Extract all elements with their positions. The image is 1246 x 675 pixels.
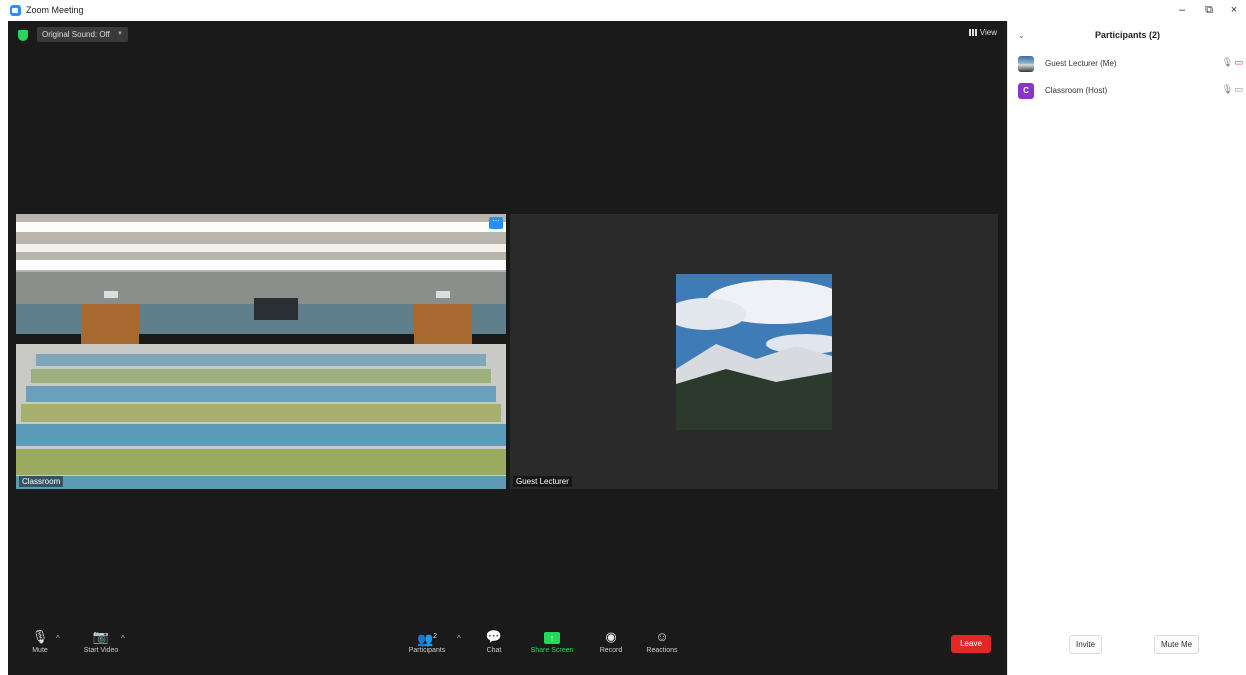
tile-name-classroom: Classroom: [19, 476, 64, 487]
original-sound-label: Original Sound: Off: [42, 30, 110, 39]
participant-name: Guest Lecturer (Me): [1045, 59, 1117, 68]
participant-row[interactable]: C Classroom (Host) 🎙 ▭: [1018, 82, 1243, 100]
record-label: Record: [599, 647, 623, 654]
mic-icon: 🎙: [1221, 57, 1233, 67]
invite-button[interactable]: Invite: [1069, 635, 1103, 654]
window-title: Zoom Meeting: [26, 5, 84, 15]
leave-button[interactable]: Leave: [951, 635, 991, 653]
share-screen-button[interactable]: ↑ Share Screen: [528, 630, 576, 654]
view-button[interactable]: View: [968, 28, 997, 37]
participants-panel-title: Participants (2): [1094, 30, 1161, 40]
mute-me-button[interactable]: Mute Me: [1154, 635, 1200, 654]
avatar: [1018, 56, 1034, 72]
shield-icon: [18, 30, 28, 41]
reactions-label: Reactions: [646, 647, 678, 654]
chat-button[interactable]: 💬 Chat: [480, 629, 508, 655]
video-tile-guest-lecturer[interactable]: Guest Lecturer: [510, 214, 998, 489]
participants-button[interactable]: 👥2 Participants: [404, 630, 450, 654]
video-options-chevron-icon[interactable]: ^: [121, 634, 125, 643]
video-tile-classroom[interactable]: ··· Classroom: [16, 214, 506, 489]
audio-options-chevron-icon[interactable]: ^: [56, 634, 60, 643]
participants-icon: 👥2: [416, 631, 438, 647]
video-off-icon: 📷: [92, 629, 110, 644]
tile-name-guest-lecturer: Guest Lecturer: [513, 476, 572, 487]
participant-row[interactable]: Guest Lecturer (Me) 🎙 ▭: [1018, 55, 1243, 73]
restore-button[interactable]: ⧉: [1199, 3, 1219, 17]
participants-options-chevron-icon[interactable]: ^: [457, 634, 461, 643]
more-options-button[interactable]: ···: [489, 217, 503, 229]
start-video-button[interactable]: 📷 Start Video: [78, 629, 124, 655]
share-screen-icon: ↑: [544, 632, 560, 644]
mute-button[interactable]: 🎙 Mute: [24, 629, 56, 655]
meeting-stage: Original Sound: Off ▼ View ··· Classroom…: [8, 21, 1007, 675]
chat-label: Chat: [486, 647, 502, 654]
avatar: C: [1018, 83, 1034, 99]
mute-label: Mute: [32, 647, 48, 654]
chat-icon: 💬: [485, 629, 503, 644]
mic-icon: 🎙: [31, 629, 49, 644]
grid-icon: [968, 29, 977, 36]
classroom-video: [16, 214, 506, 489]
chevron-down-icon: ▼: [116, 31, 123, 37]
mic-icon: 🎙: [1221, 84, 1233, 94]
participants-label: Participants: [408, 647, 446, 654]
participant-name: Classroom (Host): [1045, 86, 1108, 95]
original-sound-button[interactable]: Original Sound: Off ▼: [37, 27, 128, 42]
title-bar: Zoom Meeting – ⧉ ×: [0, 0, 1246, 21]
share-screen-label: Share Screen: [530, 647, 574, 654]
reactions-icon: ☺: [655, 629, 669, 644]
close-button[interactable]: ×: [1224, 3, 1244, 17]
reactions-button[interactable]: ☺ Reactions: [642, 629, 682, 655]
record-button[interactable]: ◉ Record: [596, 629, 626, 655]
participants-count: 2: [433, 633, 438, 640]
video-icon: ▭: [1234, 84, 1243, 94]
start-video-label: Start Video: [83, 647, 119, 654]
guest-lecturer-avatar-image: [676, 274, 832, 430]
view-label: View: [979, 28, 997, 37]
video-off-icon: ▭: [1234, 57, 1243, 67]
zoom-app-icon: [10, 5, 21, 16]
participants-panel: ⌄ Participants (2) Guest Lecturer (Me) 🎙…: [1007, 21, 1246, 675]
record-icon: ◉: [605, 629, 617, 644]
seat-rows: [16, 354, 506, 489]
minimize-button[interactable]: –: [1172, 3, 1192, 17]
